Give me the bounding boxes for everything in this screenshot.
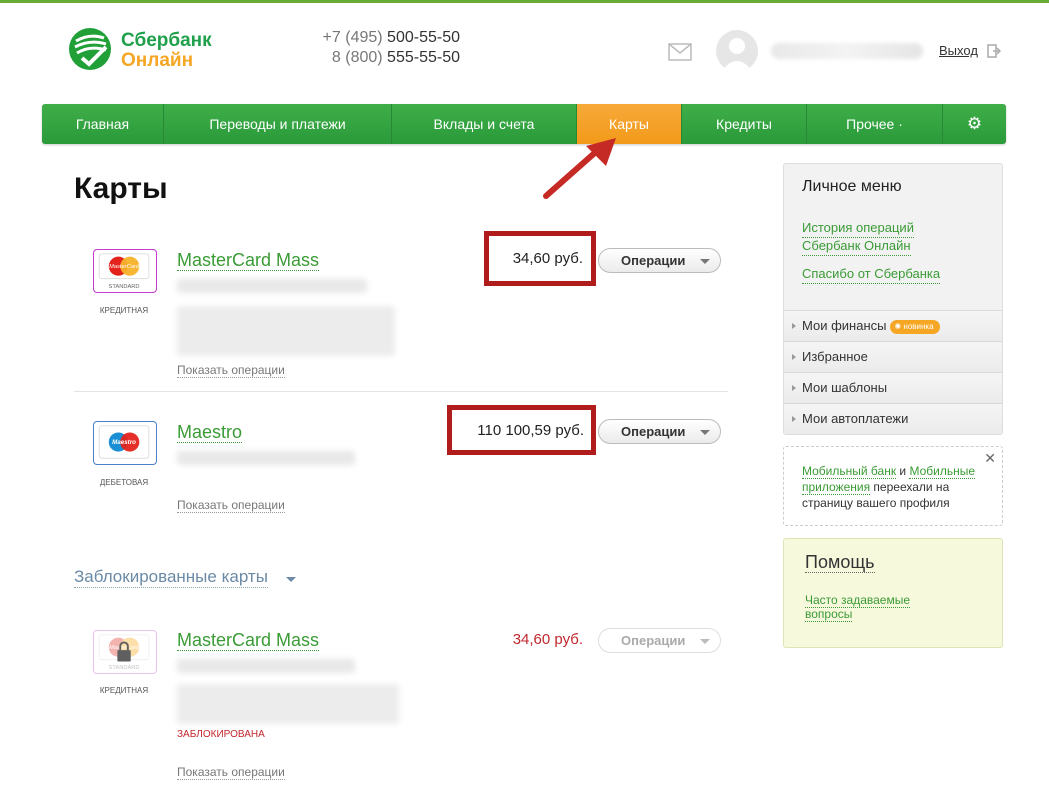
new-badge: ✺ новинка [890,319,940,334]
sidebar-item-templates[interactable]: Мои шаблоны [784,372,1002,403]
close-icon[interactable]: ✕ [984,450,996,466]
svg-text:MasterCard: MasterCard [109,264,140,270]
nav-item-transfers[interactable]: Переводы и платежи [164,104,392,144]
history-link-line1[interactable]: История операций [802,219,914,238]
logo-text-online: Онлайн [121,50,194,71]
operations-button-disabled[interactable]: Операции [598,628,721,653]
spasibo-link[interactable]: Спасибо от Сбербанка [802,265,941,284]
personal-menu: Личное меню История операций Сбербанк Он… [783,163,1003,435]
card-limits-blurred [177,684,399,724]
svg-text:Maestro: Maestro [112,439,136,446]
operations-button[interactable]: Операции [598,248,721,273]
phone-2: 8 (800) 555-55-50 [331,49,460,66]
card-number-blurred [177,279,367,293]
card-name-link[interactable]: Maestro [177,422,243,443]
sberbank-logo[interactable]: Сбербанк Онлайн [68,27,218,73]
chevron-right-icon [792,323,796,329]
phone-1: +7 (495) 500-55-50 [322,29,460,46]
username-blurred [771,43,923,59]
card-limits-blurred [177,306,395,356]
card-number-blurred [177,659,355,673]
card-name-link[interactable]: MasterCard Mass [177,630,320,651]
chevron-down-icon[interactable] [286,577,296,582]
svg-text:STANDARD: STANDARD [109,665,140,671]
show-operations-link[interactable]: Показать операции [177,765,285,780]
annotation-arrow [543,138,616,199]
chevron-right-icon [792,416,796,422]
avatar[interactable] [716,30,758,72]
card-balance: 34,60 руб. [512,250,583,267]
mail-icon[interactable] [668,43,692,61]
card-type-label: дебетовая [99,478,149,487]
personal-menu-title: Личное меню [802,178,902,195]
help-panel: Помощь Часто задаваемые вопросы [783,538,1003,648]
sidebar-item-favorites[interactable]: Избранное [784,341,1002,372]
sidebar-item-finances[interactable]: Мои финансы ✺ новинка [784,310,1002,341]
user-icon [721,38,753,72]
chevron-down-icon [700,430,710,435]
svg-text:STANDARD: STANDARD [109,284,140,290]
card-balance: 34,60 руб. [512,631,583,648]
nav-item-credits[interactable]: Кредиты [682,104,807,144]
card-type-label: кредитная [99,686,149,695]
mastercard-card-icon[interactable]: MasterCard STANDARD [93,630,157,674]
chevron-right-icon [792,354,796,360]
card-balance: 110 100,59 руб. [477,422,584,439]
blocked-cards-toggle[interactable]: Заблокированные карты [74,567,268,588]
faq-link[interactable]: Часто задаваемые вопросы [805,593,911,622]
sidebar-item-autopayments[interactable]: Мои автоплатежи [784,403,1002,434]
show-operations-link[interactable]: Показать операции [177,498,285,513]
chevron-down-icon [700,639,710,644]
card-number-blurred [177,451,355,465]
divider [74,391,728,392]
logout-icon[interactable] [987,44,1001,58]
main-nav: Главная Переводы и платежи Вклады и счет… [42,104,1006,144]
maestro-card-icon[interactable]: Maestro [93,421,157,465]
mobile-bank-link[interactable]: Мобильный банк [802,464,897,479]
top-accent-line [0,0,1049,3]
support-phones: +7 (495) 500-55-50 8 (800) 555-55-50 [300,28,460,68]
nav-item-home[interactable]: Главная [42,104,164,144]
blocked-status: ЗАБЛОКИРОВАНА [177,729,265,740]
logout-link[interactable]: Выход [939,43,978,58]
chevron-right-icon [792,385,796,391]
page-title: Карты [74,172,168,205]
card-type-label: кредитная [99,306,149,315]
logo-icon [69,28,111,70]
operations-button[interactable]: Операции [598,419,721,444]
nav-item-other[interactable]: Прочее · [807,104,943,144]
logo-text-sberbank: Сбербанк [121,30,212,51]
show-operations-link[interactable]: Показать операции [177,363,285,378]
history-link-line2[interactable]: Сбербанк Онлайн [802,237,911,256]
help-title[interactable]: Помощь [805,552,875,573]
info-note: ✕ Мобильный банк и Мобильные приложения … [783,446,1003,526]
chevron-down-icon [700,259,710,264]
card-name-link[interactable]: MasterCard Mass [177,250,320,271]
mastercard-card-icon[interactable]: MasterCard STANDARD [93,249,157,293]
settings-gear-icon[interactable]: ⚙ [943,104,1006,144]
